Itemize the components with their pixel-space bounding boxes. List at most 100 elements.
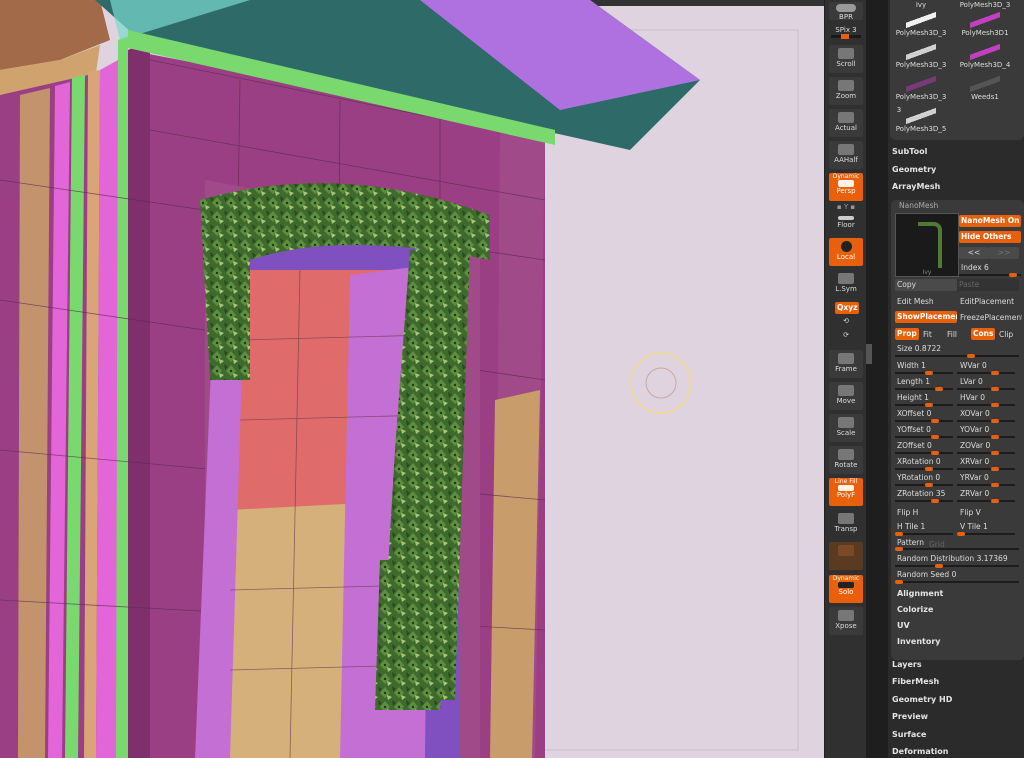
cons-button[interactable]: Cons xyxy=(971,328,996,340)
subtool-thumb[interactable]: Weeds1 xyxy=(954,76,1016,101)
flip-h-button[interactable]: Flip H xyxy=(897,508,918,517)
pattern-label[interactable]: Pattern xyxy=(897,538,924,547)
param-track[interactable] xyxy=(957,499,1015,503)
rotate-axis-icon[interactable]: ⟲ xyxy=(829,317,863,325)
param-track[interactable] xyxy=(895,483,953,487)
param-track[interactable] xyxy=(957,467,1015,471)
lsym-button[interactable]: L.Sym xyxy=(829,270,863,298)
param-track[interactable] xyxy=(895,387,953,391)
param-var-slider[interactable]: YRVar 0 xyxy=(960,473,989,482)
param-slider[interactable]: XRotation 0 xyxy=(897,457,941,466)
hide-others-button[interactable]: Hide Others xyxy=(959,231,1021,243)
scale-button[interactable]: Scale xyxy=(829,414,863,442)
polyf-button[interactable]: Line Fill PolyF xyxy=(829,478,863,506)
edit-mesh-button[interactable]: Edit Mesh xyxy=(897,297,934,306)
nanomesh-title[interactable]: NanoMesh xyxy=(899,201,938,210)
param-knob[interactable] xyxy=(925,483,933,487)
param-slider[interactable]: YOffset 0 xyxy=(897,425,931,434)
param-slider[interactable]: Width 1 xyxy=(897,361,926,370)
subtool-thumb[interactable]: PolyMesh3D_3 xyxy=(890,12,952,37)
param-var-slider[interactable]: WVar 0 xyxy=(960,361,987,370)
param-track[interactable] xyxy=(895,403,953,407)
param-knob[interactable] xyxy=(925,403,933,407)
size-slider[interactable]: Size 0.8722 xyxy=(897,344,941,353)
param-knob[interactable] xyxy=(991,371,999,375)
bpr-button[interactable]: BPR xyxy=(829,2,863,21)
v-tile-track[interactable] xyxy=(957,532,1015,536)
rotate-axis2-icon[interactable]: ⟳ xyxy=(829,331,863,339)
solo-button[interactable]: Dynamic Solo xyxy=(829,575,863,603)
xyz-button[interactable]: Qxyz xyxy=(835,302,860,314)
transp-button[interactable]: Transp xyxy=(829,510,863,538)
clip-button[interactable]: Clip xyxy=(999,330,1013,339)
subtool-thumb[interactable]: PolyMesh3D_3 xyxy=(890,44,952,69)
param-knob[interactable] xyxy=(931,435,939,439)
param-knob[interactable] xyxy=(991,451,999,455)
param-knob[interactable] xyxy=(991,467,999,471)
section-subtool[interactable]: SubTool xyxy=(892,144,927,160)
param-knob[interactable] xyxy=(991,483,999,487)
prev-button[interactable]: << xyxy=(959,247,989,259)
section-geometry[interactable]: Geometry xyxy=(892,162,936,178)
random-distribution-track[interactable] xyxy=(895,564,1019,568)
param-knob[interactable] xyxy=(991,387,999,391)
param-var-slider[interactable]: LVar 0 xyxy=(960,377,983,386)
param-var-slider[interactable]: ZRVar 0 xyxy=(960,489,989,498)
next-button[interactable]: >> xyxy=(989,247,1019,259)
spix-track[interactable] xyxy=(831,34,861,39)
h-tile-slider[interactable]: H Tile 1 xyxy=(897,522,925,531)
param-var-slider[interactable]: XOVar 0 xyxy=(960,409,990,418)
param-knob[interactable] xyxy=(931,419,939,423)
section-inventory[interactable]: Inventory xyxy=(891,634,1024,650)
param-track[interactable] xyxy=(957,451,1015,455)
section-preview[interactable]: Preview xyxy=(892,709,928,725)
param-slider[interactable]: Length 1 xyxy=(897,377,930,386)
section-uv[interactable]: UV xyxy=(891,618,1024,634)
freeze-placement-button[interactable]: FreezePlacement xyxy=(960,313,1022,322)
param-track[interactable] xyxy=(957,435,1015,439)
random-seed-track[interactable] xyxy=(895,580,1019,584)
param-knob[interactable] xyxy=(925,467,933,471)
local-button[interactable]: Local xyxy=(829,238,863,266)
param-track[interactable] xyxy=(895,451,953,455)
param-knob[interactable] xyxy=(991,499,999,503)
random-distribution-slider[interactable]: Random Distribution 3.17369 xyxy=(897,554,1008,563)
h-tile-track[interactable] xyxy=(895,532,953,536)
subtool-thumb[interactable]: PolyMesh3D_3 xyxy=(890,76,952,101)
move-button[interactable]: Move xyxy=(829,382,863,410)
fill-button[interactable]: Fill xyxy=(947,330,957,339)
section-alignment[interactable]: Alignment xyxy=(891,586,1024,602)
param-knob[interactable] xyxy=(931,499,939,503)
param-track[interactable] xyxy=(895,419,953,423)
random-seed-slider[interactable]: Random Seed 0 xyxy=(897,570,956,579)
param-slider[interactable]: XOffset 0 xyxy=(897,409,931,418)
fit-button[interactable]: Fit xyxy=(923,330,932,339)
tray-handle[interactable] xyxy=(866,344,872,364)
aahalf-button[interactable]: AAHalf xyxy=(829,141,863,169)
param-track[interactable] xyxy=(895,499,953,503)
copy-button[interactable]: Copy xyxy=(895,279,957,291)
param-slider[interactable]: ZRotation 35 xyxy=(897,489,945,498)
section-deformation[interactable]: Deformation xyxy=(892,744,948,758)
param-var-slider[interactable]: XRVar 0 xyxy=(960,457,989,466)
size-track[interactable] xyxy=(895,354,1019,358)
v-tile-slider[interactable]: V Tile 1 xyxy=(960,522,988,531)
frame-button[interactable]: Frame xyxy=(829,350,863,378)
show-placement-button[interactable]: ShowPlacement xyxy=(895,311,957,323)
section-surface[interactable]: Surface xyxy=(892,727,926,743)
param-var-slider[interactable]: ZOVar 0 xyxy=(960,441,990,450)
xpose-button[interactable]: Xpose xyxy=(829,607,863,635)
viewport-canvas[interactable] xyxy=(0,0,824,758)
param-track[interactable] xyxy=(895,435,953,439)
section-geometry-hd[interactable]: Geometry HD xyxy=(892,692,952,708)
subtool-thumb[interactable]: PolyMesh3D_3 xyxy=(954,0,1016,9)
pattern-track[interactable] xyxy=(895,547,1019,551)
subtool-thumb[interactable]: PolyMesh3D_4 xyxy=(954,44,1016,69)
index-slider[interactable]: Index 6 xyxy=(961,263,989,272)
param-track[interactable] xyxy=(895,467,953,471)
section-arraymesh[interactable]: ArrayMesh xyxy=(892,179,940,195)
rotate-button[interactable]: Rotate xyxy=(829,446,863,474)
spix-knob[interactable] xyxy=(841,34,849,39)
zoom-button[interactable]: Zoom xyxy=(829,77,863,105)
param-knob[interactable] xyxy=(991,419,999,423)
